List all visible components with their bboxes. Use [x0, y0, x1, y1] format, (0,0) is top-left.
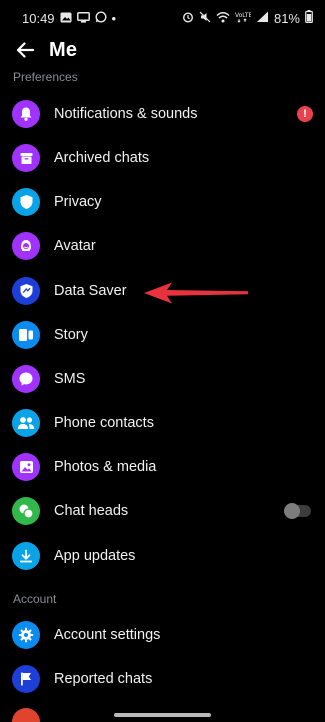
download-icon [12, 542, 40, 570]
shield-icon [12, 188, 40, 216]
settings-row-label: Phone contacts [54, 415, 154, 431]
back-button[interactable] [10, 36, 40, 64]
settings-row-avatar[interactable]: Avatar [0, 224, 325, 268]
section-header-account: Account [13, 592, 57, 606]
settings-row-account-settings[interactable]: Account settings [0, 613, 325, 657]
screen-icon [76, 11, 90, 26]
chat-heads-toggle[interactable] [284, 503, 311, 519]
avatar-icon [12, 232, 40, 260]
svg-text:VoLTE: VoLTE [235, 12, 251, 19]
status-left: 10:49 • [22, 11, 116, 26]
settings-row-label: Account settings [54, 627, 161, 643]
gallery-icon [60, 11, 72, 26]
status-bar: 10:49 • VoLTE 81% [0, 0, 325, 36]
settings-row-privacy[interactable]: Privacy [0, 180, 325, 224]
mute-icon [199, 11, 211, 26]
settings-row-label: Reported chats [54, 671, 153, 687]
settings-row-phone-contacts[interactable]: Phone contacts [0, 401, 325, 445]
settings-row-label: Privacy [54, 194, 102, 210]
status-right: VoLTE 81% [182, 10, 313, 26]
chat-bubble-icon [12, 365, 40, 393]
settings-row-label: SMS [54, 371, 86, 387]
settings-row-app-updates[interactable]: App updates [0, 534, 325, 578]
settings-row-label: Notifications & sounds [54, 106, 198, 122]
alarm-icon [182, 11, 194, 26]
settings-row-archived-chats[interactable]: Archived chats [0, 136, 325, 180]
settings-row-notifications[interactable]: Notifications & sounds ! [0, 92, 325, 136]
archive-box-icon [12, 144, 40, 172]
wifi-icon [216, 11, 230, 26]
data-saver-shield-icon [12, 277, 40, 305]
whatsapp-icon [95, 10, 107, 26]
app-bar: Me [0, 36, 325, 64]
lte-icon: VoLTE [235, 11, 252, 26]
settings-row-label: Avatar [54, 238, 96, 254]
settings-row-label: Data Saver [54, 283, 127, 299]
annotation-arrow-icon [144, 282, 248, 304]
settings-row-label: App updates [54, 548, 136, 564]
settings-row-label: Archived chats [54, 150, 150, 166]
section-header-preferences: Preferences [13, 70, 78, 84]
notification-alert-badge: ! [297, 106, 313, 122]
settings-row-label: Story [54, 327, 88, 343]
settings-row-story[interactable]: Story [0, 313, 325, 357]
photo-icon [12, 453, 40, 481]
settings-row-sms[interactable]: SMS [0, 357, 325, 401]
settings-row-label: Chat heads [54, 503, 129, 519]
next-row-partial-icon [12, 708, 40, 722]
clock: 10:49 [22, 10, 55, 26]
page-title: Me [49, 38, 78, 61]
gear-icon [12, 621, 40, 649]
settings-row-label: Photos & media [54, 459, 157, 475]
nav-gesture-handle[interactable] [114, 713, 211, 717]
story-icon [12, 321, 40, 349]
settings-row-chat-heads[interactable]: Chat heads [0, 489, 325, 533]
settings-row-photos-media[interactable]: Photos & media [0, 445, 325, 489]
people-icon [12, 409, 40, 437]
battery-icon [305, 10, 313, 26]
bell-icon [12, 100, 40, 128]
toggle-knob [284, 503, 300, 519]
signal-icon [256, 11, 269, 26]
arrow-left-icon [16, 42, 34, 58]
settings-row-reported-chats[interactable]: Reported chats [0, 657, 325, 701]
status-dot: • [111, 10, 117, 26]
battery-percent: 81% [273, 10, 300, 26]
chat-heads-icon [12, 497, 40, 525]
flag-icon [12, 665, 40, 693]
